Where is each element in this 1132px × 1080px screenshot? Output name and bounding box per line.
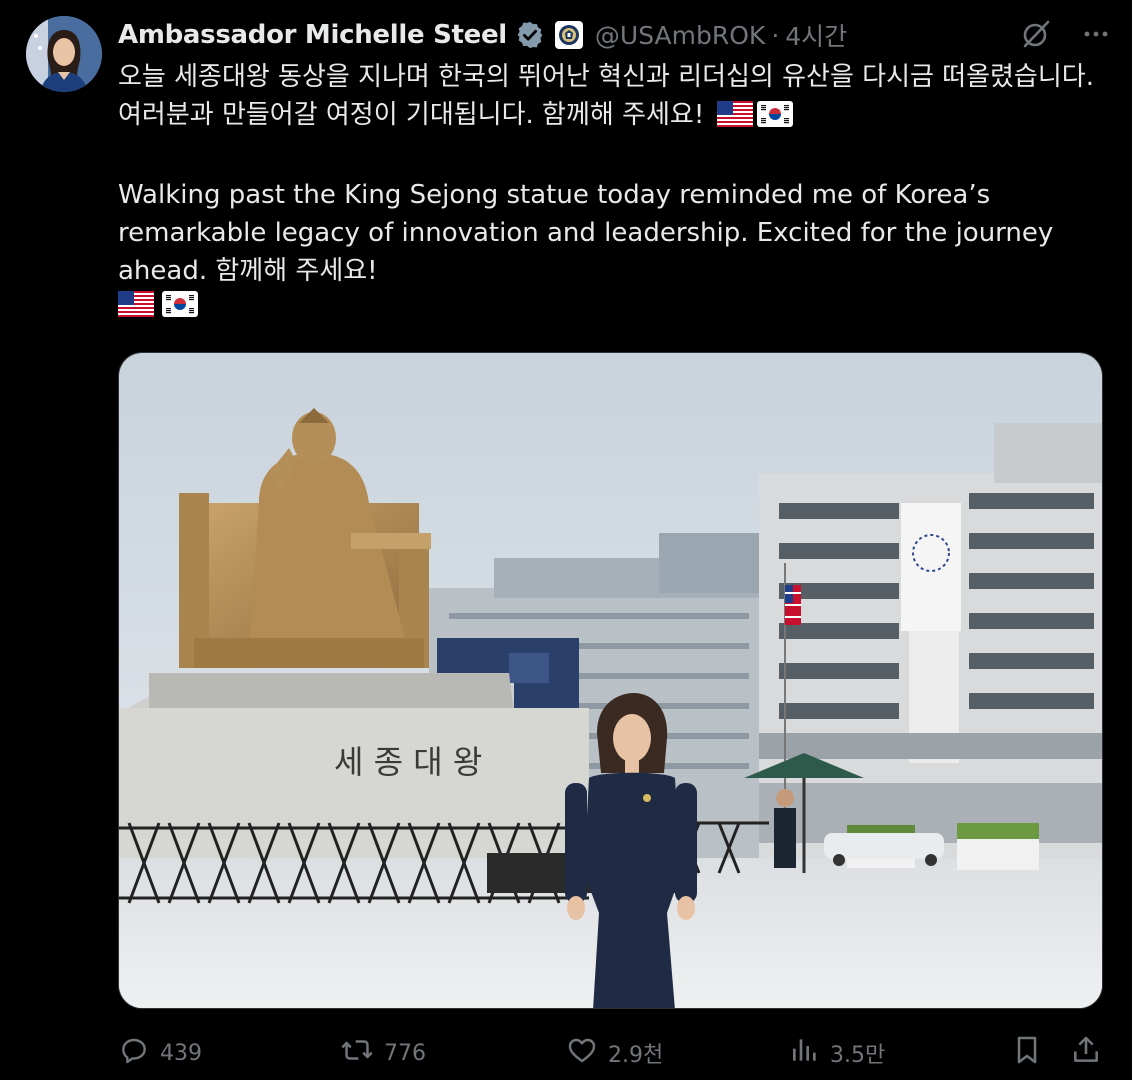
more-icon[interactable] <box>1082 20 1110 48</box>
retweet-count: 776 <box>384 1040 426 1066</box>
us-flag-emoji <box>118 290 154 328</box>
tweet: Ambassador Michelle Steel @USAmbROK · 4시… <box>0 0 1132 1080</box>
embassy-seal-icon[interactable] <box>554 21 583 49</box>
bookmark-icon <box>1012 1034 1042 1072</box>
share-button[interactable] <box>1070 1034 1102 1072</box>
photo-embassy-building <box>759 423 1102 893</box>
tweet-timestamp[interactable]: 4시간 <box>785 17 847 53</box>
kr-flag-emoji <box>162 290 198 328</box>
flag-emoji-row <box>118 290 1118 328</box>
tweet-english-line-2: remarkable legacy of innovation and lead… <box>118 218 1054 248</box>
like-count: 2.9천 <box>608 1043 664 1068</box>
statue-inscription: 세 종 대 왕 <box>334 743 482 781</box>
views-chart-icon <box>790 1034 820 1072</box>
reply-count: 439 <box>160 1040 202 1066</box>
separator-dot: · <box>771 20 780 50</box>
reply-icon <box>118 1034 150 1072</box>
tweet-action-bar: 439 776 2.9천 3.5만 <box>118 1030 1108 1076</box>
bookmark-button[interactable] <box>1012 1034 1042 1072</box>
retweet-button[interactable]: 776 <box>340 1034 426 1072</box>
display-name[interactable]: Ambassador Michelle Steel <box>118 20 507 50</box>
tweet-korean-line-2: 여러분과 만들어갈 여정이 기대됩니다. 함께해 주세요! <box>118 100 705 130</box>
tweet-text: 오늘 세종대왕 동상을 지나며 한국의 뛰어난 혁신과 리더십의 유산을 다시금… <box>118 58 1118 328</box>
author-handle[interactable]: @USAmbROK <box>595 21 765 50</box>
us-flag-emoji <box>716 100 753 138</box>
tweet-photo[interactable]: 세 종 대 왕 <box>118 352 1103 1009</box>
tweet-header: Ambassador Michelle Steel @USAmbROK · 4시… <box>118 16 1012 54</box>
tweet-english-line-1: Walking past the King Sejong statue toda… <box>118 180 991 210</box>
tweet-korean-paragraph-end: 여러분과 만들어갈 여정이 기대됩니다. 함께해 주세요! <box>118 96 1118 138</box>
views-count: 3.5만 <box>830 1043 886 1068</box>
reply-button[interactable]: 439 <box>118 1034 202 1072</box>
share-icon <box>1070 1034 1102 1072</box>
avatar[interactable] <box>26 16 102 92</box>
tweet-korean-line-1: 오늘 세종대왕 동상을 지나며 한국의 뛰어난 혁신과 리더십의 유산을 다시금… <box>118 62 1094 92</box>
retweet-icon <box>340 1034 374 1072</box>
views-button[interactable]: 3.5만 <box>790 1034 885 1072</box>
like-button[interactable]: 2.9천 <box>566 1034 663 1072</box>
heart-icon <box>566 1034 598 1072</box>
verified-badge-icon[interactable] <box>515 20 545 50</box>
tweet-top-actions <box>1020 18 1110 50</box>
kr-flag-emoji <box>756 100 793 138</box>
tweet-english-line-3: ahead. 함께해 주세요! <box>118 256 378 286</box>
grok-icon[interactable] <box>1020 18 1052 50</box>
